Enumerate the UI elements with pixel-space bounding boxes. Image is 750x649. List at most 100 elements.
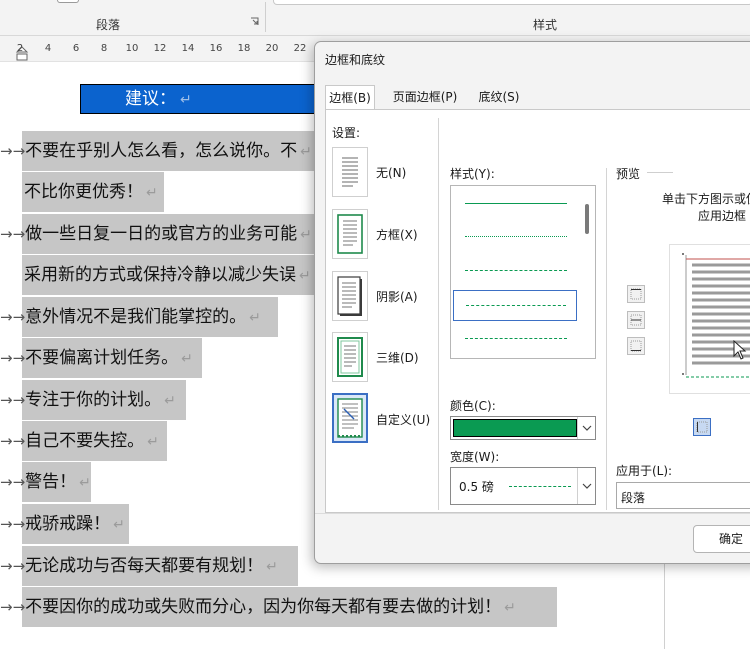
width-dropdown-arrow[interactable]: [577, 468, 595, 504]
apply-to-label: 应用于(L):: [616, 464, 673, 478]
paragraph-mark-icon: ↵: [180, 92, 192, 108]
paragraph-mark-icon: ↵: [147, 434, 159, 450]
document-line[interactable]: →→警告！ ↵: [0, 462, 91, 502]
line-style-dash-dot[interactable]: [465, 338, 567, 339]
style-gallery-fragment[interactable]: [273, 0, 750, 5]
preview-label: 预览: [616, 167, 641, 181]
paragraph-dialog-launcher-icon[interactable]: [250, 17, 259, 29]
document-line[interactable]: 采用新的方式或保持冷静以减少失误 ↵: [22, 255, 322, 295]
color-dropdown[interactable]: [450, 416, 596, 440]
setting-3d-button[interactable]: [332, 332, 368, 382]
setting-shadow-label: 阴影(A): [376, 290, 418, 304]
document-line[interactable]: →→戒骄戒躁！ ↵: [0, 504, 129, 544]
tab-page-border[interactable]: 页面边框(P): [385, 85, 465, 110]
bullet-arrow-icon: →→: [0, 557, 26, 575]
line-style-list[interactable]: [450, 185, 596, 359]
styles-group-label: 样式: [533, 18, 558, 32]
color-swatch: [453, 419, 577, 437]
document-line-text: 不要偏离计划任务。: [25, 348, 179, 368]
dialog-footer-separator: [315, 513, 750, 514]
bullet-arrow-icon: →→: [0, 142, 26, 160]
ruler-tick: 12: [153, 43, 167, 54]
bottom-border-icon: [630, 340, 642, 352]
setting-shadow-icon: [337, 276, 362, 316]
paragraph-group-label: 段落: [96, 18, 121, 32]
tab-shading[interactable]: 底纹(S): [471, 85, 527, 110]
paragraph-mark-icon: ↵: [504, 600, 516, 616]
bullet-arrow-icon: →→: [0, 391, 26, 409]
chevron-down-icon: [582, 425, 592, 431]
line-style-solid[interactable]: [465, 203, 567, 204]
ruler-tick: 2: [16, 43, 24, 54]
style-label: 样式(Y):: [450, 167, 495, 181]
bullet-arrow-icon: →→: [0, 225, 26, 243]
bullet-arrow-icon: →→: [0, 308, 26, 326]
left-border-button[interactable]: [693, 418, 711, 436]
line-style-dash-short[interactable]: [465, 270, 567, 271]
chevron-down-icon: [582, 483, 592, 489]
top-border-icon: [630, 288, 642, 300]
document-line[interactable]: →→专注于你的计划。 ↵: [0, 380, 186, 420]
document-line-text: 做一些日复一日的或官方的业务可能: [25, 224, 298, 244]
ruler-tick: 18: [237, 43, 251, 54]
paragraph-mark-icon: ↵: [164, 393, 176, 409]
paragraph-mark-icon: ↵: [249, 310, 261, 326]
ruler-tick: 22: [293, 43, 307, 54]
ribbon-control-fragment[interactable]: [57, 0, 79, 3]
dialog-title: 边框和底纹: [325, 53, 386, 67]
document-line-text: 不比你更优秀！: [24, 182, 143, 202]
line-style-dotted[interactable]: [465, 236, 567, 237]
width-label: 宽度(W):: [450, 450, 500, 464]
inside-border-button[interactable]: [627, 311, 645, 329]
setting-custom-button[interactable]: [332, 393, 368, 443]
setting-none-button[interactable]: [332, 147, 368, 197]
document-line[interactable]: →→不要偏离计划任务。 ↵: [0, 338, 202, 378]
top-border-button[interactable]: [627, 285, 645, 303]
document-line-text: 不要因你的成功或失败而分心，因为你每天都有要去做的计划！: [25, 597, 502, 617]
bullet-arrow-icon: →→: [0, 432, 26, 450]
settings-label: 设置:: [332, 126, 361, 140]
document-line-text: 不要在乎别人怎么看，怎么说你。不: [25, 141, 298, 161]
ribbon: 段落 样式: [0, 0, 750, 36]
left-border-icon: [696, 421, 708, 433]
document-line[interactable]: 不比你更优秀！ ↵: [22, 172, 164, 212]
document-heading[interactable]: 建议： ↵: [80, 84, 320, 114]
document-line-text: 专注于你的计划。: [25, 390, 162, 410]
setting-box-button[interactable]: [332, 209, 368, 259]
document-line[interactable]: →→意外情况不是我们能掌控的。 ↵: [0, 297, 278, 337]
document-line-text: 无论成功与否每天都要有规划！: [25, 556, 264, 576]
document-line[interactable]: →→自己不要失控。 ↵: [0, 421, 167, 461]
document-line[interactable]: →→无论成功与否每天都要有规划！ ↵: [0, 546, 298, 586]
color-dropdown-arrow[interactable]: [577, 417, 595, 439]
ruler-tick: 10: [125, 43, 139, 54]
ribbon-group-divider: [265, 2, 266, 32]
paragraph-mark-icon: ↵: [146, 185, 158, 201]
bullet-arrow-icon: →→: [0, 515, 26, 533]
setting-3d-label: 三维(D): [376, 351, 419, 365]
border-preview[interactable]: [669, 244, 750, 394]
document-line[interactable]: →→不要因你的成功或失败而分心，因为你每天都有要去做的计划！ ↵: [0, 587, 557, 627]
style-list-scrollbar[interactable]: [585, 204, 589, 234]
preview-group-line: [647, 172, 673, 173]
document-line-text: 采用新的方式或保持冷静以减少失误: [24, 265, 296, 285]
setting-shadow-button[interactable]: [332, 271, 368, 321]
ok-button[interactable]: 确定: [693, 525, 750, 553]
apply-to-dropdown[interactable]: 段落: [616, 482, 750, 509]
ruler-tick: 20: [265, 43, 279, 54]
width-line-sample: [509, 486, 571, 487]
paragraph-mark-icon: ↵: [181, 351, 193, 367]
paragraph-mark-icon: ↵: [300, 144, 312, 160]
line-style-dashed: [466, 305, 566, 306]
bottom-border-button[interactable]: [627, 337, 645, 355]
apply-to-value: 段落: [621, 491, 646, 505]
paragraph-mark-icon: ↵: [113, 517, 125, 533]
column-divider: [438, 118, 439, 510]
document-line[interactable]: →→不要在乎别人怎么看，怎么说你。不 ↵: [0, 131, 322, 171]
paragraph-mark-icon: ↵: [300, 227, 312, 243]
setting-none-icon: [342, 157, 358, 187]
tab-borders[interactable]: 边框(B): [325, 85, 375, 110]
width-dropdown[interactable]: 0.5 磅: [450, 467, 596, 505]
line-style-selected[interactable]: [453, 290, 577, 321]
document-line[interactable]: →→做一些日复一日的或官方的业务可能 ↵: [0, 214, 322, 254]
preview-hint-line-1: 单击下方图示或使: [662, 192, 750, 206]
